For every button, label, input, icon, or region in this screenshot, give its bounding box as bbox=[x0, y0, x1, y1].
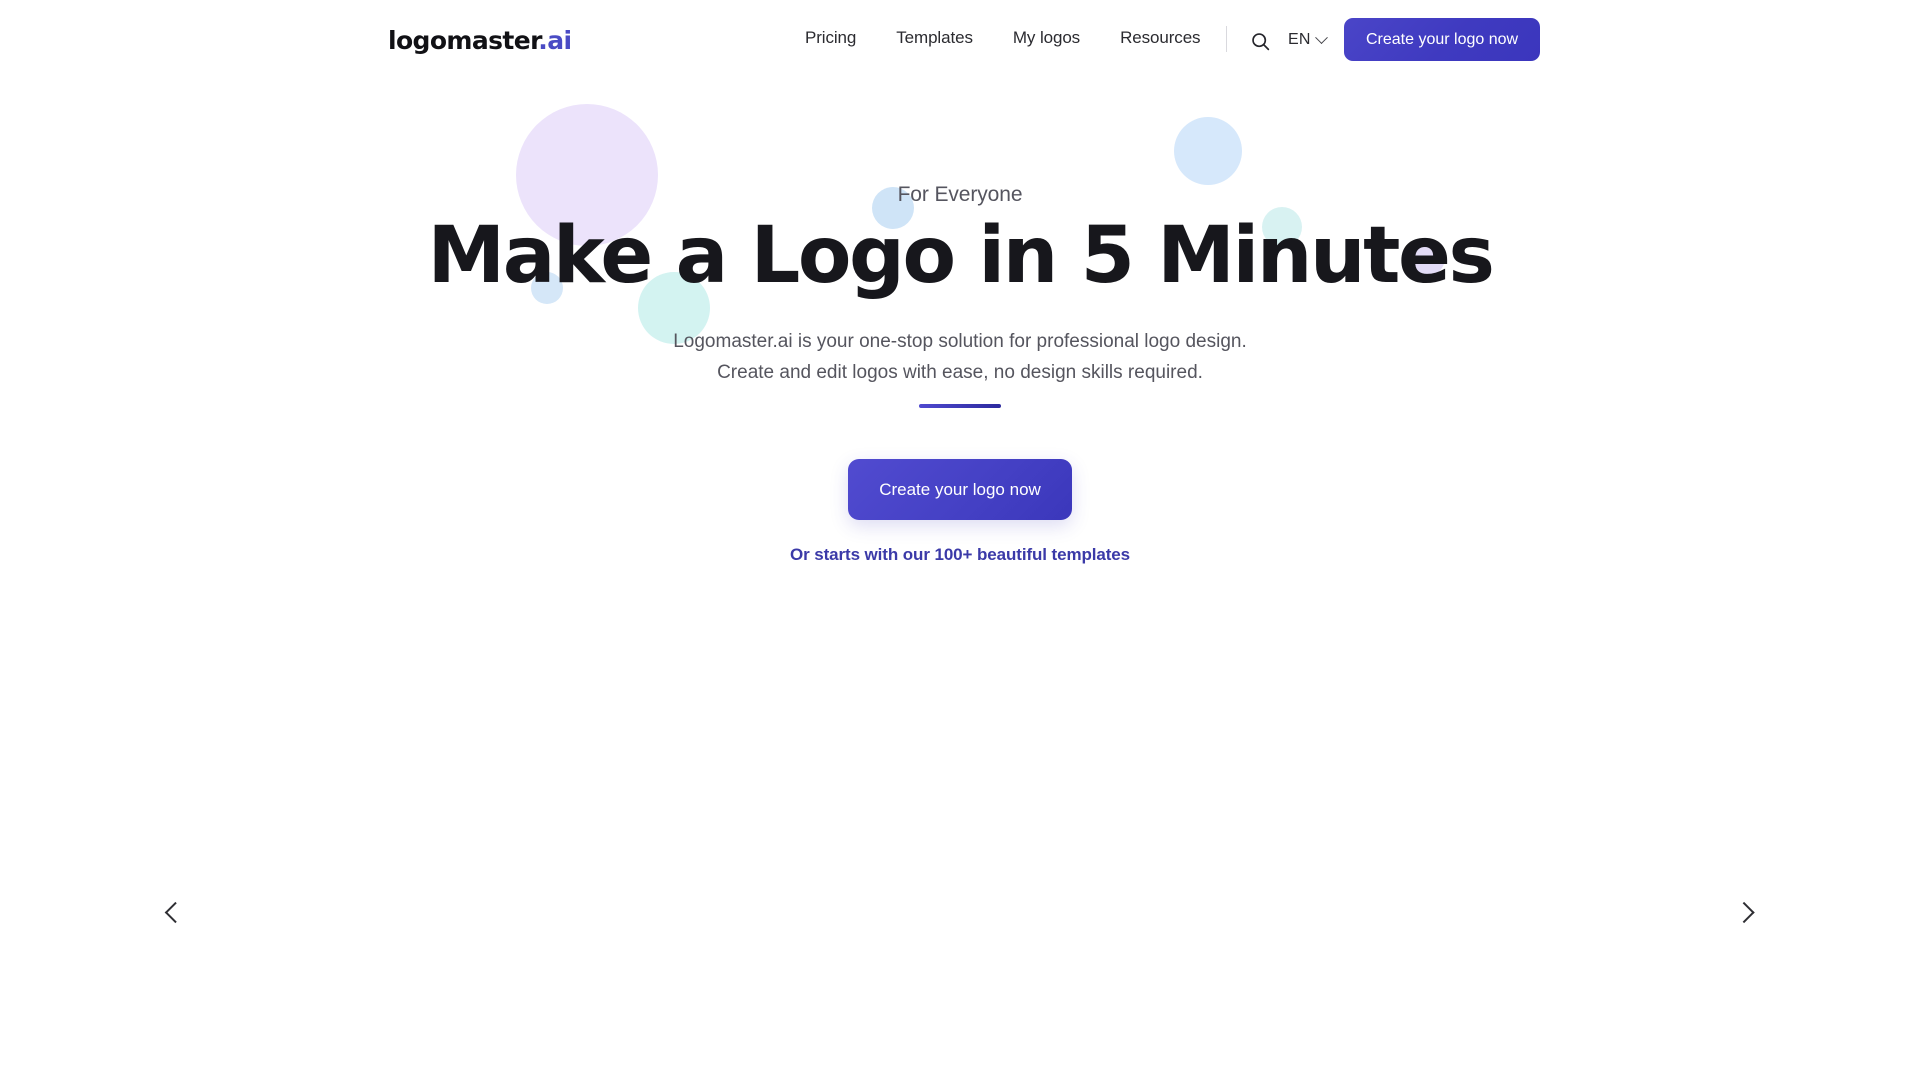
nav-item-my-logos[interactable]: My logos bbox=[1013, 28, 1080, 48]
hero-subtitle-line-2: Create and edit logos with ease, no desi… bbox=[717, 361, 1203, 383]
chevron-right-icon bbox=[1732, 901, 1755, 923]
nav-item-templates[interactable]: Templates bbox=[896, 28, 973, 48]
nav-item-pricing[interactable]: Pricing bbox=[805, 28, 856, 48]
chevron-left-icon bbox=[164, 901, 186, 923]
landing-page: logomaster.ai Pricing Templates My logos… bbox=[0, 0, 1920, 1080]
carousel-next-button[interactable] bbox=[1723, 890, 1767, 934]
hero-subtitle-line-1: Logomaster.ai is your one-stop solution … bbox=[673, 331, 1247, 352]
decor-blob bbox=[1174, 117, 1242, 185]
hero-subtitle: Logomaster.ai is your one-stop solution … bbox=[0, 327, 1920, 389]
language-label: EN bbox=[1288, 31, 1311, 48]
browse-templates-link[interactable]: Or starts with our 100+ beautiful templa… bbox=[0, 545, 1920, 565]
header-create-logo-button[interactable]: Create your logo now bbox=[1344, 18, 1541, 61]
carousel-prev-button[interactable] bbox=[150, 890, 194, 934]
chevron-down-icon bbox=[1314, 30, 1328, 44]
main-navigation: Pricing Templates My logos Resources bbox=[805, 28, 1201, 48]
hero-section: For Everyone Make a Logo in 5 Minutes Lo… bbox=[0, 0, 1920, 660]
hero-divider bbox=[919, 404, 1001, 408]
search-icon[interactable] bbox=[1249, 30, 1271, 52]
site-header: logomaster.ai Pricing Templates My logos… bbox=[0, 0, 1920, 86]
logo-wordmark[interactable]: logomaster.ai bbox=[388, 26, 572, 55]
brand-suffix: .ai bbox=[538, 26, 572, 55]
nav-item-resources[interactable]: Resources bbox=[1120, 28, 1200, 48]
brand-name: logomaster bbox=[388, 26, 539, 55]
hero-eyebrow: For Everyone bbox=[897, 183, 1023, 206]
language-selector[interactable]: EN bbox=[1288, 30, 1328, 49]
mockup-carousel: Melissa Beth DESIGN STUDIO MIGUEL RODRIG… bbox=[0, 680, 1920, 1080]
page-title: Make a Logo in 5 Minutes bbox=[427, 211, 1494, 301]
hero-create-logo-button[interactable]: Create your logo now bbox=[848, 459, 1072, 520]
header-divider bbox=[1226, 26, 1227, 52]
